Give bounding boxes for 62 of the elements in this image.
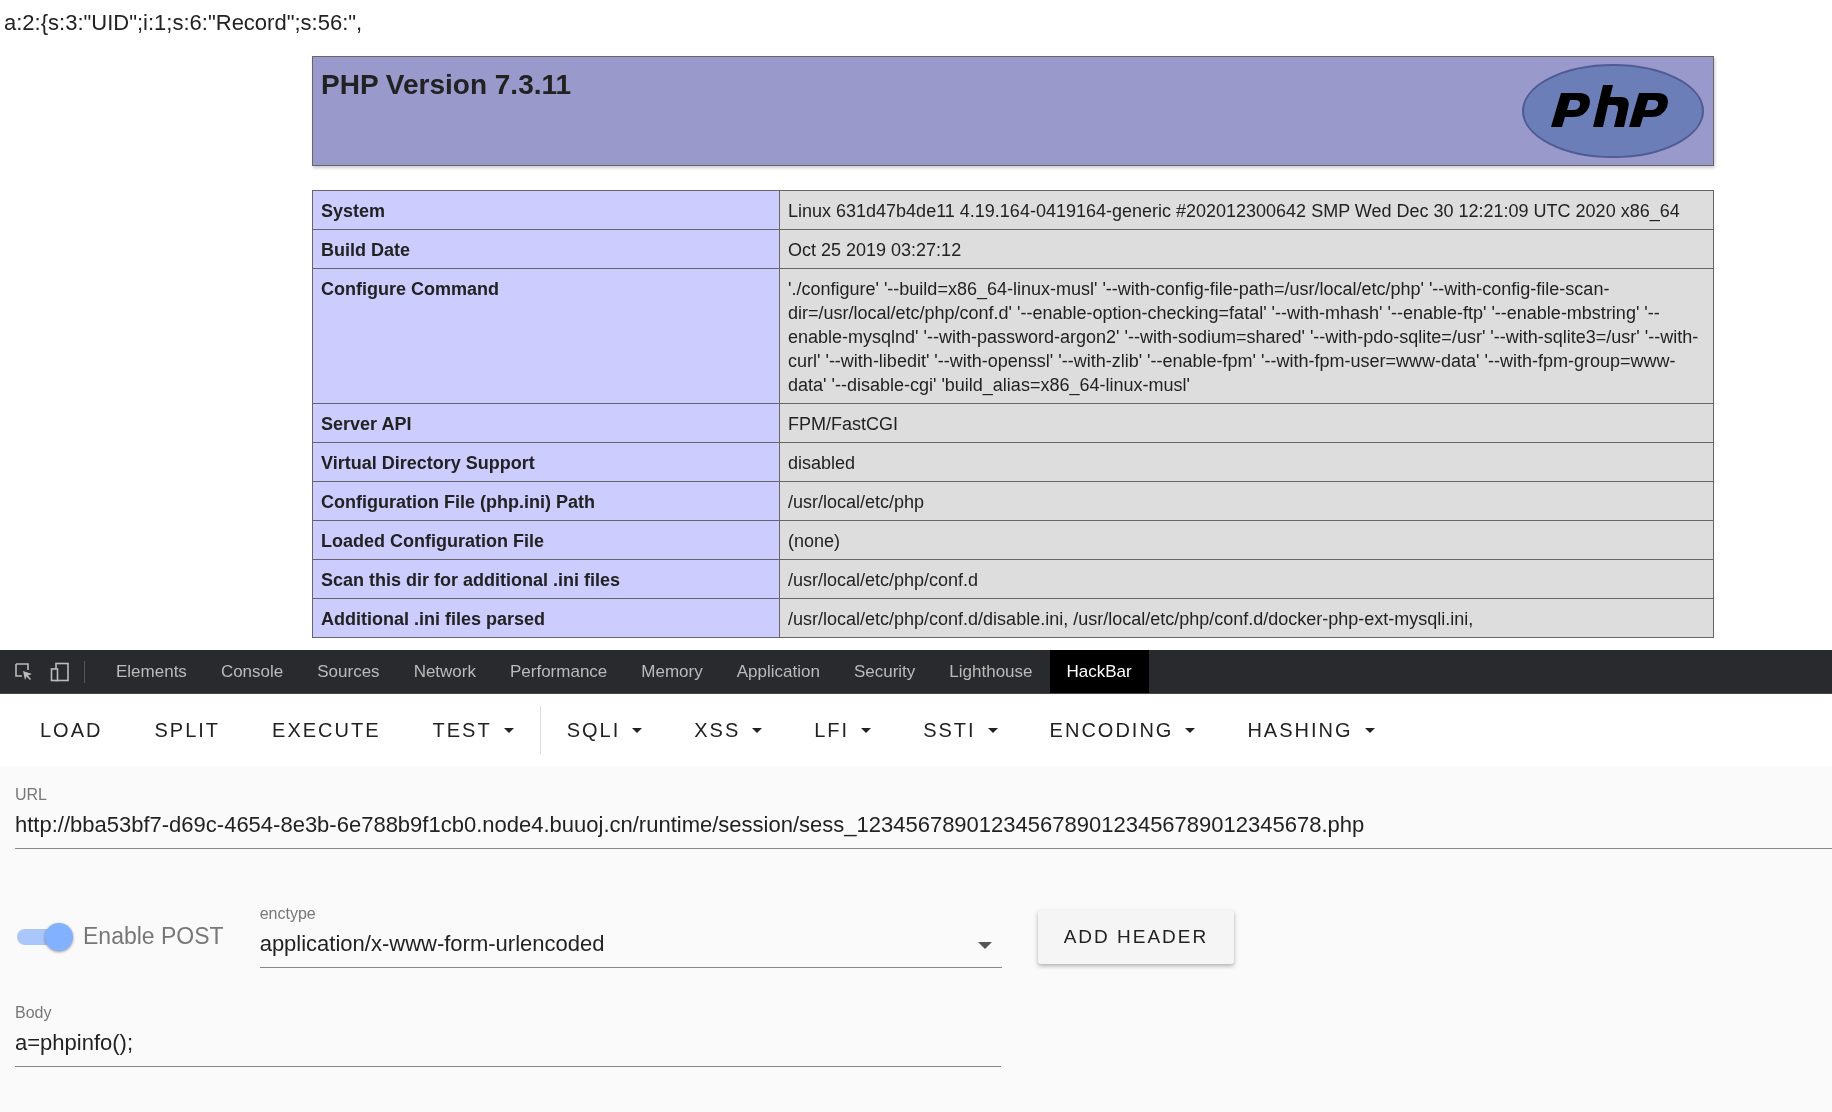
info-label: Build Date [312, 229, 780, 269]
toolbar-button[interactable]: SSTI [897, 708, 1024, 752]
dropdown-caret-icon [977, 941, 992, 949]
info-label: Configuration File (php.ini) Path [312, 481, 780, 521]
body-field[interactable]: Body a=phpinfo(); [15, 1004, 1001, 1067]
info-label: System [312, 190, 780, 230]
caret-icon [752, 727, 763, 733]
toolbar-button[interactable]: SPLIT [128, 708, 247, 752]
toolbar-button[interactable]: TEST [406, 708, 540, 752]
serialized-text: a:2:{s:3:"UID";i:1;s:6:"Record";s:56:", [3, 9, 364, 36]
add-header-button[interactable]: ADD HEADER [1037, 909, 1235, 964]
devtools-tab[interactable]: Lighthouse [932, 650, 1050, 693]
devtools-tab[interactable]: Performance [493, 650, 625, 693]
info-value: Linux 631d47b4de11 4.19.164-0419164-generic #202012300642 SMP Wed Dec 30 12:21:09 UTC 2020 x86_64 [779, 190, 1714, 230]
info-value: (none) [779, 520, 1714, 560]
url-field[interactable]: URL http://bba53bf7-d69c-4654-8e3b-6e788b9f1cb0.node4.buuoj.cn/runtime/session/sess_12345678901234567890123456789012345678.php [15, 786, 1832, 849]
enable-post-toggle[interactable] [15, 921, 73, 952]
devtools-tab[interactable]: HackBar [1049, 650, 1149, 693]
toolbar-button[interactable]: SQLI [540, 708, 669, 752]
url-value: http://bba53bf7-d69c-4654-8e3b-6e788b9f1cb0.node4.buuoj.cn/runtime/session/sess_12345678901234567890123456789012345678.php [15, 812, 1366, 838]
info-value: /usr/local/etc/php/conf.d [779, 559, 1714, 599]
devtools-tab[interactable]: Console [203, 650, 301, 693]
info-value: './configure' '--build=x86_64-linux-musl' '--with-config-file-path=/usr/local/etc/php' '--with-config-file-scan-dir=/usr/local/etc/php/conf.d' '--enable-option-checking=fatal' '--with-mhash' '--enable-ftp' '--enable-mbstring' '--enable-mysqlnd' '--with-password-argon2' '--with-sodium=shared' '--with-pdo-sqlite=/usr' '--with-sqlite3=/usr' '--with-curl' '--with-libedit' '--with-openssl' '--with-zlib' '--enable-fpm' '--with-fpm-user=www-data' '--with-fpm-group=www-data' '--disable-cgi' 'build_alias=x86_64-linux-musl' [779, 268, 1714, 404]
caret-icon [1364, 727, 1375, 733]
device-toggle-icon[interactable] [50, 661, 70, 682]
info-label: Server API [312, 403, 780, 443]
devtools-tab[interactable]: Security [836, 650, 933, 693]
toolbar-button[interactable]: HASHING [1221, 708, 1401, 752]
caret-icon [503, 727, 514, 733]
info-label: Loaded Configuration File [312, 520, 780, 560]
info-label: Scan this dir for additional .ini files [312, 559, 780, 599]
caret-icon [632, 727, 643, 733]
info-value: FPM/FastCGI [779, 403, 1714, 443]
toolbar-button[interactable]: EXECUTE [246, 708, 407, 752]
enctype-value: application/x-www-form-urlencoded [259, 931, 605, 957]
info-label: Virtual Directory Support [312, 442, 780, 482]
info-value: disabled [779, 442, 1714, 482]
devtools-tab[interactable]: Network [396, 650, 493, 693]
info-value: Oct 25 2019 03:27:12 [779, 229, 1714, 269]
toolbar-button[interactable]: ENCODING [1023, 708, 1222, 752]
caret-icon [1185, 727, 1196, 733]
enctype-select[interactable]: enctype application/x-www-form-urlencoded [259, 905, 1002, 968]
field-label: URL [15, 786, 48, 804]
devtools-tab[interactable]: Elements [99, 650, 204, 693]
toolbar-button[interactable]: XSS [668, 708, 789, 752]
devtools-tab[interactable]: Memory [624, 650, 720, 693]
info-value: /usr/local/etc/php [779, 481, 1714, 521]
caret-icon [987, 727, 998, 733]
toolbar-button[interactable]: LFI [788, 708, 898, 752]
body-value: a=phpinfo(); [15, 1030, 135, 1056]
toggle-label: Enable POST [83, 923, 224, 950]
devtools-tab[interactable]: Sources [300, 650, 397, 693]
php-version-title: PHP Version 7.3.11 [321, 69, 572, 101]
caret-icon [861, 727, 872, 733]
info-label: Additional .ini files parsed [312, 598, 780, 638]
info-value: /usr/local/etc/php/conf.d/disable.ini, /usr/local/etc/php/conf.d/docker-php-ext-mysqli.ini, [779, 598, 1714, 638]
info-label: Configure Command [312, 268, 780, 404]
toolbar-button[interactable]: LOAD [14, 708, 129, 752]
field-label: enctype [259, 905, 317, 923]
field-label: Body [15, 1004, 53, 1022]
inspect-icon[interactable] [14, 661, 34, 682]
devtools-tab[interactable]: Application [719, 650, 837, 693]
